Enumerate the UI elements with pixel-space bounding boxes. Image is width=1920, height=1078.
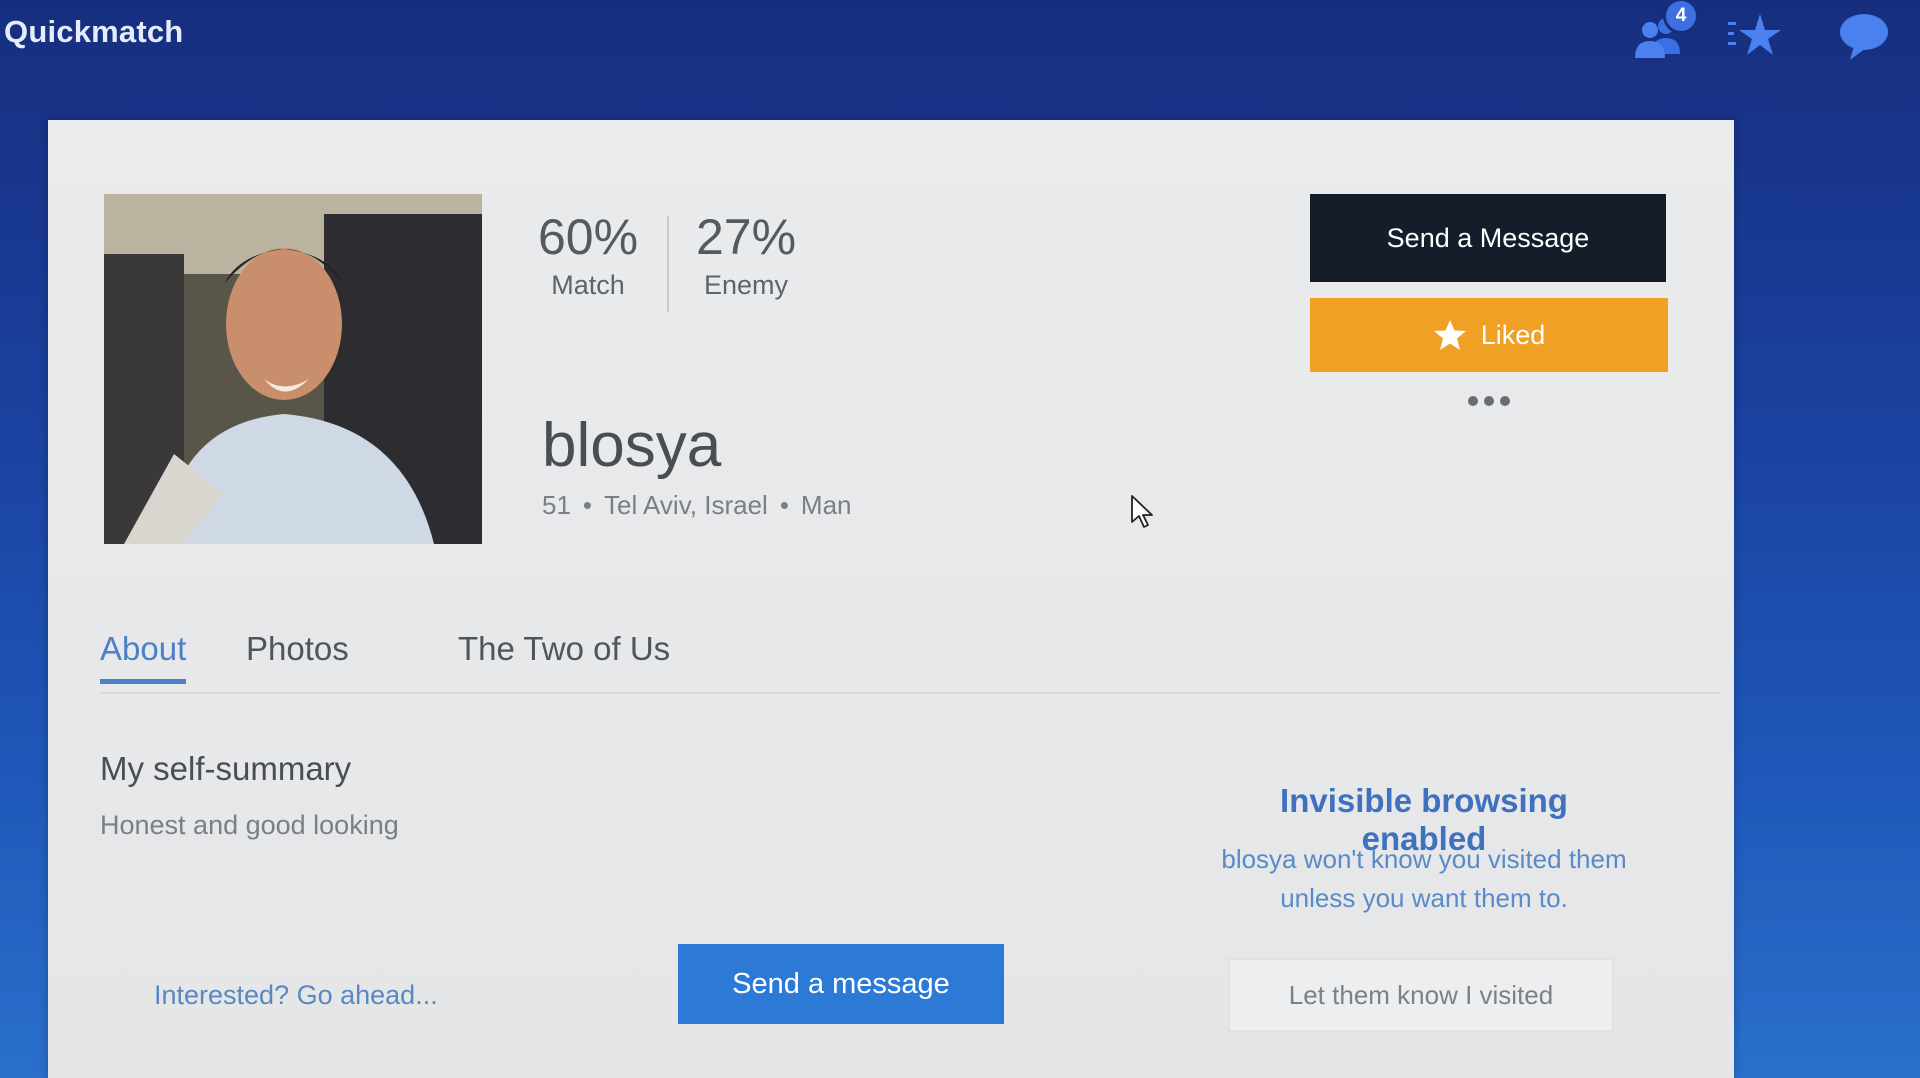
- profile-photo[interactable]: [104, 194, 482, 544]
- stat-divider: [667, 216, 669, 312]
- send-message-cta-button[interactable]: Send a message: [678, 944, 1004, 1024]
- profile-tabs: About Photos The Two of Us: [100, 620, 1720, 694]
- more-options-icon[interactable]: [1468, 392, 1514, 410]
- send-message-button[interactable]: Send a Message: [1310, 194, 1666, 282]
- notification-badge: 4: [1663, 0, 1699, 34]
- enemy-percent: 27%: [696, 209, 797, 265]
- meta-separator: •: [582, 490, 593, 520]
- liked-button[interactable]: Liked: [1310, 298, 1668, 372]
- tab-about[interactable]: About: [100, 630, 187, 684]
- chat-bubble-icon[interactable]: [1836, 8, 1892, 64]
- star-icon: [1433, 320, 1466, 350]
- match-label: Match: [551, 270, 625, 300]
- profile-location: Tel Aviv, Israel: [604, 490, 768, 520]
- meta-separator: •: [779, 490, 789, 520]
- invisible-browsing-text: blosya won't know you visited them unles…: [1221, 844, 1627, 913]
- star-list-icon[interactable]: [1726, 8, 1782, 64]
- brand-logo[interactable]: Quickmatch: [4, 14, 183, 50]
- tab-two-of-us[interactable]: The Two of Us: [458, 630, 670, 668]
- self-summary-title: My self-summary: [100, 750, 352, 787]
- top-bar: Quickmatch 4: [0, 0, 1920, 100]
- profile-age: 51: [542, 490, 571, 520]
- interested-prompt: Interested? Go ahead...: [154, 980, 438, 1010]
- match-percent: 60%: [538, 209, 639, 265]
- enemy-label: Enemy: [704, 270, 789, 300]
- mouse-cursor-icon: [1130, 494, 1156, 530]
- let-them-know-button[interactable]: Let them know I visited: [1228, 958, 1614, 1032]
- profile-gender: Man: [800, 490, 852, 520]
- match-stat: 60% Match: [538, 212, 638, 301]
- profile-meta: 51 • Tel Aviv, Israel • Man: [542, 490, 852, 521]
- enemy-stat: 27% Enemy: [696, 212, 796, 301]
- liked-label: Liked: [1480, 319, 1546, 350]
- profile-username: blosya: [542, 411, 722, 480]
- tab-photos[interactable]: Photos: [246, 630, 349, 668]
- self-summary-text: Honest and good looking: [100, 810, 399, 840]
- profile-card: 60% Match 27% Enemy blosya 51 • Tel Aviv, …: [48, 120, 1734, 1078]
